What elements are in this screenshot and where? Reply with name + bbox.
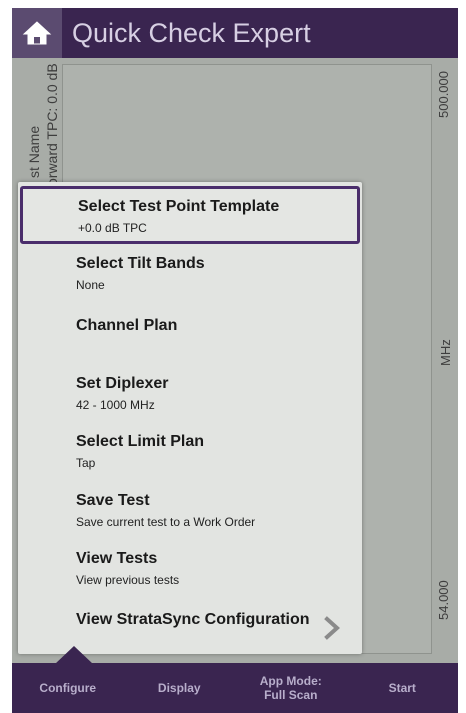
menu-item-title: Select Limit Plan (76, 433, 205, 450)
menu-item-subtitle: Tap (76, 456, 96, 470)
device-screen: Quick Check Expert st Name orward TPC: 0… (12, 8, 458, 713)
top-frequency-value: 500.000 (436, 71, 451, 118)
menu-item-subtitle: +0.0 dB TPC (78, 221, 147, 235)
menu-item-title: Select Tilt Bands (76, 255, 205, 272)
menu-item-save-test[interactable]: Save Test Save current test to a Work Or… (18, 481, 362, 539)
app-mode-label: App Mode: (259, 674, 322, 688)
app-header: Quick Check Expert (12, 8, 458, 58)
menu-item-subtitle: None (76, 278, 105, 292)
tab-start[interactable]: Start (347, 681, 459, 695)
menu-item-title: Set Diplexer (76, 375, 169, 392)
tab-display[interactable]: Display (124, 681, 236, 695)
menu-item-title: View Tests (76, 550, 158, 567)
menu-item-subtitle: 42 - 1000 MHz (76, 398, 155, 412)
menu-item-title: Select Test Point Template (78, 198, 280, 215)
chevron-right-icon (324, 616, 340, 640)
tab-app-mode[interactable]: App Mode: Full Scan (235, 674, 347, 702)
bottom-toolbar: Configure Display App Mode: Full Scan St… (12, 663, 458, 713)
app-title: Quick Check Expert (72, 17, 311, 48)
tpc-label: orward TPC: 0.0 dB (44, 63, 60, 186)
menu-item-limit-plan[interactable]: Select Limit Plan Tap (18, 422, 362, 480)
menu-item-diplexer[interactable]: Set Diplexer 42 - 1000 MHz (18, 364, 362, 422)
home-icon (22, 21, 52, 45)
menu-item-subtitle: View previous tests (76, 573, 180, 587)
menu-item-subtitle: Save current test to a Work Order (76, 515, 256, 529)
app-mode-value: Full Scan (264, 688, 318, 702)
menu-item-title: Save Test (76, 492, 150, 509)
menu-item-view-tests[interactable]: View Tests View previous tests (18, 539, 362, 597)
menu-pointer (55, 646, 93, 664)
configure-menu: Select Test Point Template +0.0 dB TPC S… (18, 182, 362, 654)
home-button[interactable] (12, 8, 62, 58)
bottom-frequency-value: 54.000 (436, 580, 451, 620)
menu-item-channel-plan[interactable]: Channel Plan (18, 306, 362, 364)
menu-item-title: View StrataSync Configuration (76, 611, 310, 628)
menu-item-test-point-template[interactable]: Select Test Point Template +0.0 dB TPC (20, 186, 360, 244)
menu-item-tilt-bands[interactable]: Select Tilt Bands None (18, 244, 362, 302)
menu-item-title: Channel Plan (76, 317, 178, 334)
frequency-unit: MHz (438, 339, 453, 366)
test-name-label: st Name (26, 125, 42, 178)
tab-configure[interactable]: Configure (12, 681, 124, 695)
